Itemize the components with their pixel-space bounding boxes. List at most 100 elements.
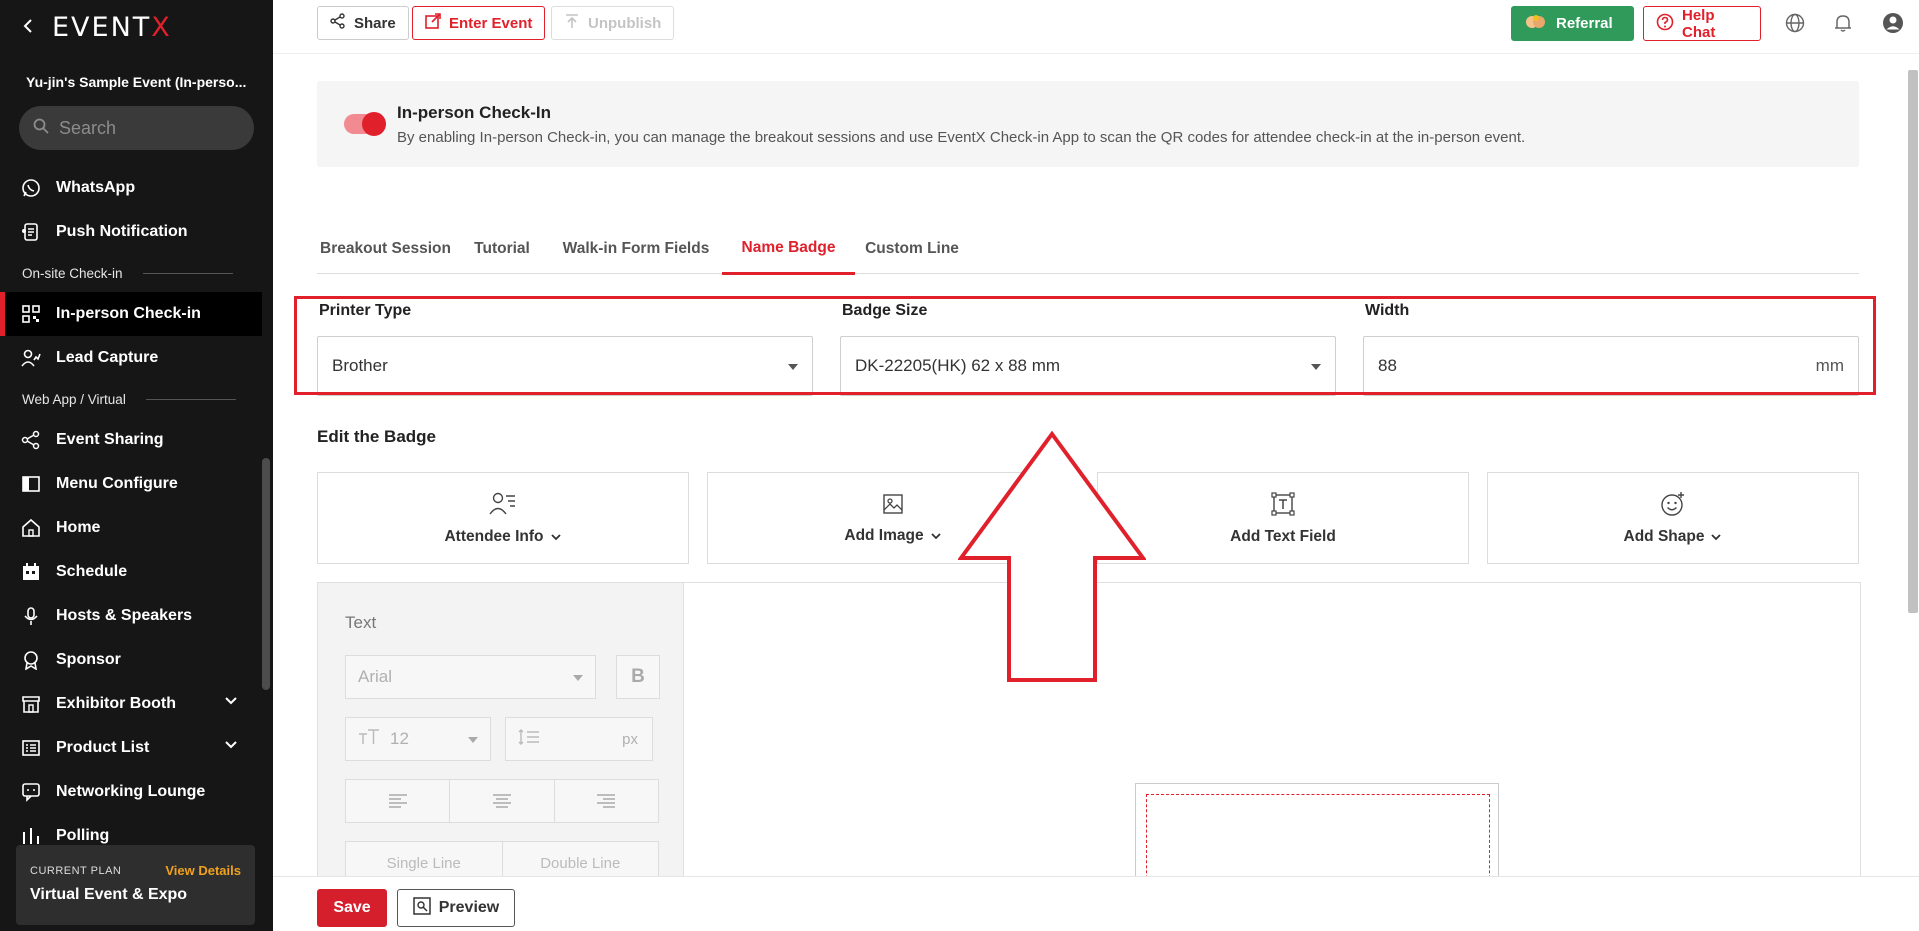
booth-icon <box>20 693 42 715</box>
bottom-action-bar: Save Preview <box>273 876 1919 931</box>
sidebar-item-networking-lounge[interactable]: Networking Lounge <box>0 770 262 814</box>
globe-icon[interactable] <box>1784 12 1806 34</box>
annotation-arrow-icon <box>958 430 1146 682</box>
sidebar-item-label: Networking Lounge <box>56 783 206 800</box>
current-plan-card: CURRENT PLAN View Details Virtual Event … <box>16 845 255 925</box>
sidebar-item-home[interactable]: Home <box>0 506 262 550</box>
share-button[interactable]: Share <box>317 6 409 40</box>
main-scrollbar[interactable] <box>1906 54 1919 876</box>
checkin-description: By enabling In-person Check-in, you can … <box>397 129 1526 146</box>
sidebar-item-label: Schedule <box>56 563 128 580</box>
sidebar-item-lead-capture[interactable]: Lead Capture <box>0 336 262 380</box>
single-line-button[interactable]: Single Line <box>346 842 503 876</box>
tab-walk-in-form-fields[interactable]: Walk-in Form Fields <box>550 224 722 274</box>
search-icon <box>33 118 49 139</box>
sidebar-item-whatsapp[interactable]: WhatsApp <box>0 166 262 210</box>
back-arrow-icon[interactable] <box>22 16 34 39</box>
chevron-down-icon[interactable] <box>224 694 238 713</box>
chevron-down-icon[interactable] <box>224 738 238 757</box>
search-input[interactable]: Search <box>59 118 116 139</box>
sidebar-item-menu-configure[interactable]: Menu Configure <box>0 462 262 506</box>
align-center-icon[interactable] <box>450 780 555 822</box>
sidebar-search[interactable]: Search <box>19 106 254 150</box>
unpublish-button[interactable]: Unpublish <box>551 6 675 40</box>
add-shape-card[interactable]: Add Shape <box>1487 472 1859 564</box>
attendee-info-card[interactable]: Attendee Info <box>317 472 689 564</box>
line-height-input[interactable]: px <box>505 717 653 761</box>
share-icon <box>20 429 42 451</box>
preview-button[interactable]: Preview <box>397 889 515 927</box>
badge-canvas[interactable] <box>1135 783 1499 876</box>
sidebar-section-webapp: Web App / Virtual <box>0 380 262 418</box>
sidebar: EVENTX Yu-jin's Sample Event (In-perso..… <box>0 0 273 931</box>
font-size-select[interactable]: 12 <box>345 717 491 761</box>
double-line-button[interactable]: Double Line <box>503 842 659 876</box>
chevron-down-icon <box>1711 533 1722 540</box>
menu-configure-icon <box>20 473 42 495</box>
sidebar-item-exhibitor-booth[interactable]: Exhibitor Booth <box>0 682 262 726</box>
sidebar-item-sponsor[interactable]: Sponsor <box>0 638 262 682</box>
image-icon <box>881 492 905 521</box>
tab-breakout-session[interactable]: Breakout Session <box>317 224 454 274</box>
sidebar-item-label: In-person Check-in <box>56 305 201 322</box>
bell-icon[interactable] <box>1832 12 1854 34</box>
sidebar-item-label: Sponsor <box>56 651 121 668</box>
sidebar-scrollbar[interactable] <box>262 166 270 846</box>
question-circle-icon <box>1656 13 1674 35</box>
attendee-info-icon <box>489 491 517 522</box>
sidebar-item-label: Event Sharing <box>56 431 164 448</box>
sidebar-item-event-sharing[interactable]: Event Sharing <box>0 418 262 462</box>
chevron-down-icon <box>550 533 561 540</box>
sidebar-item-label: WhatsApp <box>56 179 136 196</box>
sidebar-section-onsite: On-site Check-in <box>0 254 262 292</box>
qr-code-icon <box>20 303 42 325</box>
whatsapp-icon <box>20 177 42 199</box>
sidebar-item-label: Lead Capture <box>56 349 159 366</box>
sidebar-item-label: Push Notification <box>56 223 188 240</box>
save-button[interactable]: Save <box>317 889 387 927</box>
preview-icon <box>413 896 431 920</box>
font-family-select[interactable]: Arial <box>345 655 596 699</box>
eventx-logo[interactable]: EVENTX <box>52 12 172 43</box>
user-avatar-icon[interactable] <box>1882 12 1904 34</box>
chat-icon <box>20 781 42 803</box>
enter-event-button[interactable]: Enter Event <box>412 6 546 40</box>
text-panel-label: Text <box>345 613 377 632</box>
text-align-group <box>345 779 659 823</box>
sidebar-item-label: Home <box>56 519 101 536</box>
line-mode-group: Single Line Double Line <box>345 841 659 876</box>
referral-button[interactable]: Referral <box>1511 6 1634 41</box>
dropdown-caret-icon <box>573 675 583 681</box>
sidebar-item-schedule[interactable]: Schedule <box>0 550 262 594</box>
in-person-checkin-panel: In-person Check-In By enabling In-person… <box>317 81 1859 167</box>
tab-tutorial[interactable]: Tutorial <box>454 224 550 274</box>
product-list-icon <box>20 737 42 759</box>
tab-custom-line[interactable]: Custom Line <box>855 224 969 274</box>
sidebar-item-push-notification[interactable]: Push Notification <box>0 210 262 254</box>
share-icon <box>330 13 346 33</box>
dropdown-caret-icon <box>468 737 478 743</box>
upload-icon <box>564 13 580 33</box>
align-left-icon[interactable] <box>346 780 451 822</box>
add-text-field-card[interactable]: Add Text Field <box>1097 472 1469 564</box>
align-right-icon[interactable] <box>555 780 658 822</box>
checkin-title: In-person Check-In <box>397 103 551 122</box>
event-name: Yu-jin's Sample Event (In-perso... <box>26 74 247 90</box>
chevron-down-icon <box>930 532 941 539</box>
sidebar-item-in-person-check-in[interactable]: In-person Check-in <box>0 292 262 336</box>
sidebar-item-label: Menu Configure <box>56 475 178 492</box>
sidebar-item-hosts-speakers[interactable]: Hosts & Speakers <box>0 594 262 638</box>
sidebar-item-label: Polling <box>56 827 110 844</box>
view-details-link[interactable]: View Details <box>165 863 241 878</box>
sidebar-item-product-list[interactable]: Product List <box>0 726 262 770</box>
sidebar-nav: WhatsApp Push Notification On-site Check… <box>0 166 262 858</box>
edit-badge-title: Edit the Badge <box>317 427 437 446</box>
sidebar-item-label: Hosts & Speakers <box>56 607 193 624</box>
home-icon <box>20 517 42 539</box>
in-person-checkin-toggle[interactable] <box>344 112 386 136</box>
bold-button[interactable]: B <box>616 655 660 699</box>
sidebar-item-label: Product List <box>56 739 150 756</box>
help-chat-button[interactable]: Help Chat <box>1643 6 1761 41</box>
tab-name-badge[interactable]: Name Badge <box>722 224 855 275</box>
shape-icon <box>1660 491 1686 522</box>
